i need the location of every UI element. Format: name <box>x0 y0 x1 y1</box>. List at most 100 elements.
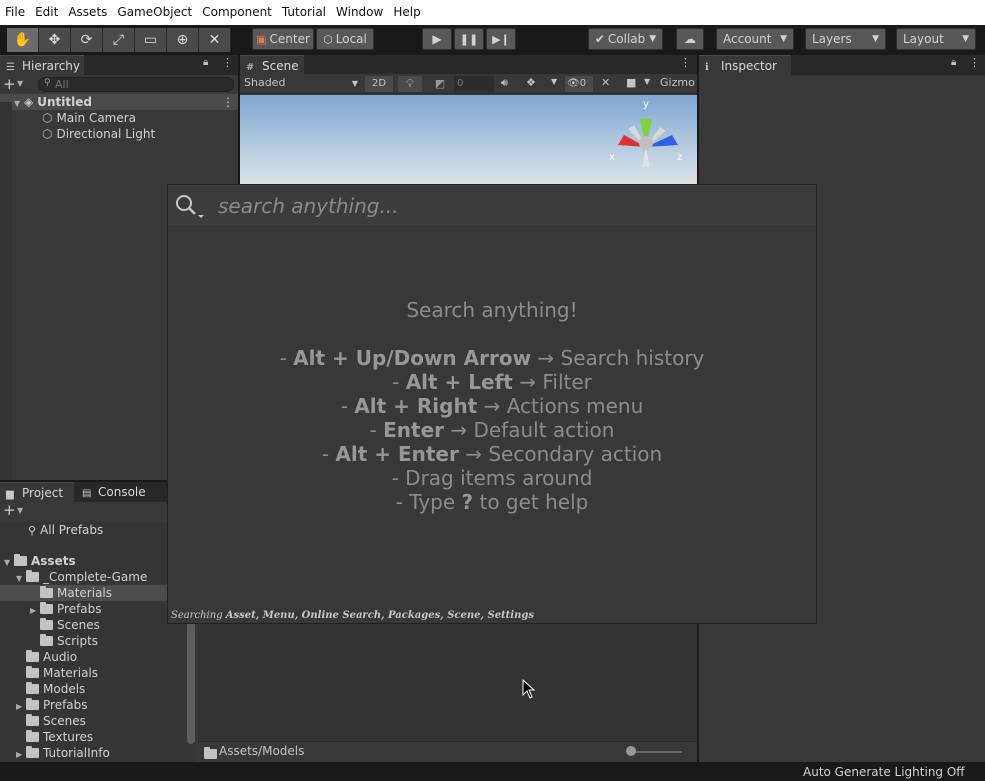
chevron-down-icon[interactable]: ▼ <box>644 77 650 86</box>
tab-project[interactable]: ▆ Project <box>0 482 74 502</box>
kebab-menu-icon[interactable]: ⋮ <box>222 56 233 69</box>
fx-toggle[interactable]: ◩ <box>428 76 452 92</box>
space-label: Local <box>335 32 367 46</box>
search-help-line: - Alt + Enter → Secondary action <box>168 442 816 466</box>
kebab-menu-icon[interactable]: ⋮ <box>680 56 691 69</box>
chevron-down-icon[interactable]: ▼ <box>17 506 23 515</box>
move-tool-icon[interactable]: ✥ <box>39 28 71 52</box>
check-icon: ✔ <box>594 32 605 46</box>
lock-icon[interactable]: 🔒︎ <box>203 57 208 68</box>
gizmos-dropdown[interactable]: Gizmo <box>660 76 695 89</box>
hidden-objects-toggle[interactable]: 👁︎0 <box>565 76 593 92</box>
mode-2d-toggle[interactable]: 2D <box>365 76 393 92</box>
zoom-slider-track[interactable] <box>630 751 682 753</box>
tab-console[interactable]: ▤ Console <box>76 482 156 502</box>
hierarchy-search-input[interactable] <box>55 78 225 91</box>
project-tree-item[interactable]: ▶ TutorialInfo <box>0 745 196 761</box>
scene-count-field[interactable]: 0 <box>454 76 494 92</box>
help-shortcut: Alt + Right <box>354 394 478 418</box>
menu-edit[interactable]: Edit <box>30 0 63 25</box>
add-icon[interactable]: + <box>3 75 16 93</box>
axis-gizmo-icon[interactable] <box>608 99 688 175</box>
search-icon: ⚲ <box>44 78 51 88</box>
scene-viewport[interactable]: y x z <box>240 95 697 185</box>
project-tree-item[interactable]: Scripts <box>0 633 196 649</box>
info-icon: ℹ <box>705 62 709 73</box>
hierarchy-search[interactable]: ⚲ <box>38 77 234 92</box>
searching-label: Searching <box>171 610 223 621</box>
tab-hierarchy[interactable]: ☰ Hierarchy <box>0 55 84 75</box>
inspector-tabbar: ℹ Inspector 🔒︎ ⋮ <box>699 55 985 75</box>
hidden-count-value: 0 <box>579 78 587 89</box>
lighting-toggle[interactable]: 💡︎ <box>398 76 422 92</box>
help-prefix: - <box>392 370 406 394</box>
tab-inspector[interactable]: ℹ Inspector <box>699 55 791 75</box>
rect-tool-icon[interactable]: ▭ <box>135 28 167 52</box>
project-tree-item-label: Models <box>43 682 86 696</box>
audio-icon[interactable]: 🔊︎ <box>501 76 508 90</box>
tab-scene[interactable]: # Scene <box>240 55 304 75</box>
rotate-tool-icon[interactable]: ⟳ <box>71 28 103 52</box>
hierarchy-item[interactable]: ⬡ Directional Light <box>0 126 238 142</box>
pause-button[interactable]: ❚❚ <box>454 28 484 50</box>
step-button[interactable]: ▶❙ <box>486 28 516 50</box>
project-tree-scrollbar[interactable] <box>187 622 195 744</box>
project-tree-item[interactable]: Materials <box>0 665 196 681</box>
project-path-bar: Assets/Models <box>198 741 697 762</box>
zoom-slider-thumb[interactable] <box>626 746 636 756</box>
menu-tutorial[interactable]: Tutorial <box>277 0 331 25</box>
project-tree-item[interactable]: ▶ Prefabs <box>0 697 196 713</box>
camera-icon[interactable]: ■ <box>626 76 636 89</box>
chevron-down-icon[interactable]: ▼ <box>17 79 23 88</box>
play-button[interactable]: ▶ <box>422 28 452 50</box>
menu-assets[interactable]: Assets <box>63 0 112 25</box>
scale-tool-icon[interactable]: ⤢ <box>103 28 135 52</box>
account-dropdown[interactable]: Account ▼ <box>716 28 794 50</box>
folder-icon <box>26 666 39 678</box>
scene-row[interactable]: ▼ ◈ Untitled ⋮ <box>0 94 238 110</box>
tools-icon[interactable]: ✕ <box>601 76 610 89</box>
custom-tool-icon[interactable]: ✕ <box>199 28 231 52</box>
hierarchy-item[interactable]: ⬡ Main Camera <box>0 110 238 126</box>
help-description: → Default action <box>444 418 615 442</box>
transform-tool-icon[interactable]: ⊕ <box>167 28 199 52</box>
search-help-line: - Alt + Right → Actions menu <box>168 394 816 418</box>
chevron-down-icon[interactable]: ▼ <box>551 77 557 86</box>
cloud-button[interactable]: ☁ <box>676 28 704 50</box>
collab-dropdown[interactable]: ✔ Collab ▼ <box>588 28 663 50</box>
console-icon: ▤ <box>82 488 92 499</box>
help-description: → Actions menu <box>477 394 644 418</box>
shading-dropdown[interactable]: Shaded ▼ <box>244 76 358 92</box>
menu-gameobject[interactable]: GameObject <box>112 0 197 25</box>
pause-icon: ❚❚ <box>459 32 479 46</box>
menu-file[interactable]: File <box>0 0 30 25</box>
unity-scene-icon: ◈ <box>24 95 34 109</box>
expand-arrow-icon[interactable]: ▶ <box>16 747 26 763</box>
lock-icon[interactable]: 🔒︎ <box>951 57 956 68</box>
search-help-heading: Search anything! <box>406 298 578 322</box>
menu-help[interactable]: Help <box>388 0 425 25</box>
hand-tool-icon[interactable]: ✋ <box>7 28 39 52</box>
image-icon: ◩ <box>434 77 446 90</box>
project-tree-item[interactable]: Textures <box>0 729 196 745</box>
scene-toolbar: Shaded ▼ 2D 💡︎ ◩ 0 🔊︎ ❖ ▼ 👁︎0 ✕ ■ ▼ Gizmo <box>240 74 697 94</box>
menu-window[interactable]: Window <box>331 0 388 25</box>
project-tree-item[interactable]: Scenes <box>0 713 196 729</box>
kebab-menu-icon[interactable]: ⋮ <box>222 94 234 110</box>
project-tree-item[interactable]: Models <box>0 681 196 697</box>
kebab-menu-icon[interactable]: ⋮ <box>969 56 980 69</box>
chevron-down-icon: ▼ <box>649 34 657 44</box>
layers-dropdown[interactable]: Layers ▼ <box>805 28 886 50</box>
lighting-status[interactable]: Auto Generate Lighting Off <box>803 765 965 779</box>
pivot-center-button[interactable]: ▣ Center <box>252 28 314 50</box>
project-tree-item[interactable]: Audio <box>0 649 196 665</box>
toolbar: ✋ ✥ ⟳ ⤢ ▭ ⊕ ✕ ▣ Center ⬡ Local ▶ ❚❚ ▶❙ ✔ Co… <box>0 25 985 54</box>
search-input[interactable] <box>218 193 798 219</box>
folder-icon <box>204 747 217 759</box>
menu-component[interactable]: Component <box>197 0 277 25</box>
add-icon[interactable]: + <box>3 501 16 519</box>
effects-icon[interactable]: ❖ <box>526 76 536 89</box>
pivot-icon: ▣ <box>256 32 267 46</box>
layout-dropdown[interactable]: Layout ▼ <box>896 28 976 50</box>
pivot-local-button[interactable]: ⬡ Local <box>316 28 374 50</box>
